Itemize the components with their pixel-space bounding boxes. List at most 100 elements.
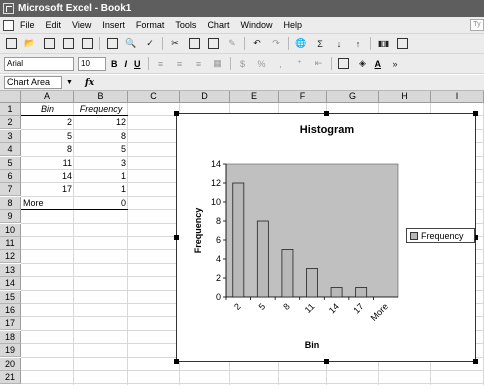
- column-header-g[interactable]: G: [327, 91, 379, 103]
- select-all-corner[interactable]: [0, 91, 21, 103]
- cell-bin[interactable]: 2: [21, 116, 74, 129]
- row-header-15[interactable]: 15: [0, 290, 21, 304]
- row-header-19[interactable]: 19: [0, 344, 21, 358]
- row-header-12[interactable]: 12: [0, 250, 21, 264]
- row-header-3[interactable]: 3: [0, 129, 21, 143]
- row-header-20[interactable]: 20: [0, 357, 21, 371]
- currency-icon[interactable]: $: [236, 57, 250, 70]
- menu-window[interactable]: Window: [240, 20, 272, 30]
- cell-a1[interactable]: Bin: [21, 103, 74, 116]
- column-header-e[interactable]: E: [230, 91, 279, 103]
- cell-bin[interactable]: 11: [21, 157, 74, 170]
- row-header-9[interactable]: 9: [0, 210, 21, 224]
- borders-icon[interactable]: [337, 57, 351, 70]
- comma-button[interactable]: ,: [274, 57, 288, 70]
- menu-chart[interactable]: Chart: [207, 20, 229, 30]
- menu-format[interactable]: Format: [136, 20, 165, 30]
- cell-bin[interactable]: 8: [21, 143, 74, 156]
- permission-icon[interactable]: [61, 37, 75, 50]
- cell-bin[interactable]: 14: [21, 170, 74, 183]
- row-header-21[interactable]: 21: [0, 371, 21, 384]
- format-painter-icon[interactable]: ✎: [225, 37, 239, 50]
- cell-frequency[interactable]: 1: [74, 183, 128, 196]
- new-icon[interactable]: [4, 37, 18, 50]
- row-header-16[interactable]: 16: [0, 304, 21, 317]
- row-header-6[interactable]: 6: [0, 170, 21, 183]
- row-header-10[interactable]: 10: [0, 223, 21, 237]
- row-header-4[interactable]: 4: [0, 143, 21, 157]
- row-header-5[interactable]: 5: [0, 156, 21, 170]
- chart-legend[interactable]: Frequency: [406, 228, 475, 243]
- save-icon[interactable]: [42, 37, 56, 50]
- align-center-icon[interactable]: ≡: [173, 57, 187, 70]
- insert-function-icon[interactable]: fx: [85, 78, 94, 88]
- spelling-icon[interactable]: ✓: [143, 37, 157, 50]
- chart-wizard-icon[interactable]: [376, 37, 390, 50]
- column-header-d[interactable]: D: [180, 91, 230, 103]
- cell-frequency[interactable]: 8: [74, 130, 128, 143]
- font-color-button[interactable]: A: [375, 59, 382, 69]
- menu-view[interactable]: View: [72, 20, 91, 30]
- cell-frequency[interactable]: 12: [74, 116, 128, 129]
- sort-ascending-icon[interactable]: ↓: [332, 37, 346, 50]
- font-size-select[interactable]: 10: [78, 56, 106, 71]
- underline-button[interactable]: U: [134, 59, 141, 69]
- ask-question-box[interactable]: Ty: [470, 19, 484, 31]
- align-right-icon[interactable]: ≡: [192, 57, 206, 70]
- sort-descending-icon[interactable]: ↑: [351, 37, 365, 50]
- name-box[interactable]: Chart Area: [4, 76, 62, 89]
- row-header-18[interactable]: 18: [0, 330, 21, 344]
- cell-frequency[interactable]: 0: [74, 197, 128, 210]
- paste-icon[interactable]: [206, 37, 220, 50]
- row-header-7[interactable]: 7: [0, 183, 21, 197]
- column-header-c[interactable]: C: [128, 91, 180, 103]
- cell-frequency[interactable]: 1: [74, 170, 128, 183]
- menu-insert[interactable]: Insert: [102, 20, 125, 30]
- merge-center-icon[interactable]: ▦: [211, 57, 225, 70]
- autosum-icon[interactable]: Σ: [313, 37, 327, 50]
- histogram-chart[interactable]: Histogram 0 2 4 6 8 10 12 14 2 5 8 11 14 17 More Freque…: [174, 111, 478, 364]
- print-icon[interactable]: [105, 37, 119, 50]
- menu-edit[interactable]: Edit: [46, 20, 62, 30]
- row-header-2[interactable]: 2: [0, 116, 21, 130]
- column-header-a[interactable]: A: [21, 91, 74, 103]
- column-header-b[interactable]: B: [74, 91, 128, 103]
- cell-bin[interactable]: 5: [21, 130, 74, 143]
- row-header-8[interactable]: 8: [0, 196, 21, 210]
- row-header-1[interactable]: 1: [0, 103, 21, 116]
- cell-b1[interactable]: Frequency: [74, 103, 128, 116]
- cell-bin[interactable]: More: [21, 197, 74, 210]
- email-icon[interactable]: [80, 37, 94, 50]
- drawing-icon[interactable]: [395, 37, 409, 50]
- cell-bin[interactable]: 17: [21, 183, 74, 196]
- bold-button[interactable]: B: [111, 59, 118, 69]
- excel-app-icon[interactable]: [3, 3, 14, 14]
- column-header-h[interactable]: H: [379, 91, 431, 103]
- row-header-11[interactable]: 11: [0, 237, 21, 250]
- print-preview-icon[interactable]: 🔍: [124, 37, 138, 50]
- row-header-13[interactable]: 13: [0, 263, 21, 277]
- toolbar-options-icon[interactable]: »: [388, 57, 402, 70]
- cell-frequency[interactable]: 5: [74, 143, 128, 156]
- copy-icon[interactable]: [187, 37, 201, 50]
- redo-icon[interactable]: ↷: [269, 37, 283, 50]
- decrease-indent-icon[interactable]: ⇤: [312, 57, 326, 70]
- align-left-icon[interactable]: ≡: [154, 57, 168, 70]
- row-header-14[interactable]: 14: [0, 277, 21, 291]
- chevron-down-icon[interactable]: ▼: [66, 79, 73, 86]
- column-header-f[interactable]: F: [279, 91, 327, 103]
- cut-icon[interactable]: ✂: [168, 37, 182, 50]
- hyperlink-icon[interactable]: 🌐: [294, 37, 308, 50]
- workbook-icon[interactable]: [3, 19, 14, 31]
- menu-tools[interactable]: Tools: [175, 20, 196, 30]
- italic-button[interactable]: I: [125, 59, 128, 69]
- column-header-i[interactable]: I: [431, 91, 484, 103]
- undo-icon[interactable]: ↶: [250, 37, 264, 50]
- cell-frequency[interactable]: 3: [74, 157, 128, 170]
- menu-help[interactable]: Help: [283, 20, 302, 30]
- menu-file[interactable]: File: [20, 20, 35, 30]
- open-icon[interactable]: 📂: [23, 37, 37, 50]
- row-header-17[interactable]: 17: [0, 317, 21, 331]
- increase-decimal-icon[interactable]: ⁺: [293, 57, 307, 70]
- percent-button[interactable]: %: [255, 57, 269, 70]
